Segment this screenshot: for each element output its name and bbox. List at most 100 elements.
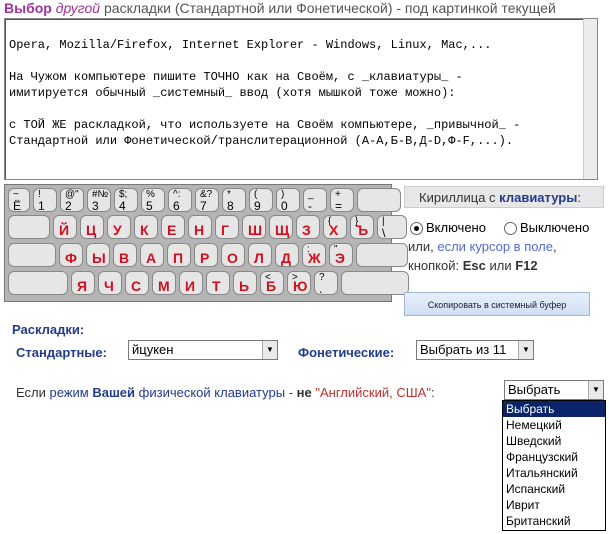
keyboard-key[interactable]: Ф — [59, 243, 83, 267]
keyboard-key[interactable]: Ы — [86, 243, 110, 267]
dropdown-option[interactable]: Испанский — [503, 481, 605, 497]
key-label: Ш — [248, 222, 263, 238]
dropdown-option[interactable]: Шведский — [503, 433, 605, 449]
keyboard-key[interactable]: Щ — [269, 215, 293, 239]
cyrillic-panel: Кириллица с клавиатуры: Включено Выключе… — [404, 186, 608, 282]
keyboard-key[interactable]: В — [113, 243, 137, 267]
keyboard-key[interactable]: Ш — [242, 215, 266, 239]
keyboard-key[interactable] — [341, 271, 409, 295]
keyboard-key[interactable]: М — [152, 271, 176, 295]
keyboard-key[interactable]: Я — [71, 271, 95, 295]
textarea-line — [9, 101, 579, 117]
keyboard-key[interactable]: ~ Ё — [8, 188, 30, 213]
keyboard-key[interactable]: Ь — [233, 271, 257, 295]
keyboard-key[interactable]: * 8 — [222, 188, 246, 213]
phonetic-label: Фонетические: — [298, 345, 395, 360]
keyboard-key[interactable]: З — [296, 215, 320, 239]
keyboard-key[interactable]: < Б — [260, 271, 284, 295]
keyboard-key[interactable]: А — [140, 243, 164, 267]
key-label: Й — [59, 222, 70, 238]
keyboard-key[interactable]: Д — [275, 243, 299, 267]
keyboard-key[interactable] — [357, 188, 401, 212]
keyboard-key[interactable]: | \ — [377, 215, 407, 240]
page-header: Выбор другой раскладки (Стандартной или … — [4, 0, 556, 16]
keyboard-key[interactable]: И — [179, 271, 203, 295]
key-label: А — [146, 250, 157, 266]
keyboard-key[interactable]: ?. — [314, 271, 338, 296]
keyboard-key[interactable]: ! 1 — [33, 188, 57, 213]
keyboard-key[interactable]: @" 2 — [60, 188, 84, 213]
textarea-scrollbar[interactable] — [583, 19, 597, 179]
radio-off-icon[interactable] — [504, 222, 517, 236]
header-word-1: Выбор — [4, 0, 52, 16]
keyboard-key[interactable]: ) 0 — [276, 188, 300, 213]
keyboard-key[interactable]: Р — [194, 243, 218, 267]
keyboard-key[interactable] — [8, 271, 68, 295]
keyboard-key[interactable]: Й — [53, 215, 77, 239]
standard-layout-value: йцукен — [132, 342, 174, 357]
keyboard-key[interactable]: Г — [215, 215, 239, 239]
keyboard-key[interactable]: % 5 — [141, 188, 165, 213]
keyboard-key[interactable]: + = — [330, 188, 354, 213]
text-input-area[interactable]: Opera, Mozilla/Firefox, Internet Explore… — [4, 18, 598, 180]
keyboard-key[interactable]: Н — [188, 215, 212, 239]
dropdown-option[interactable]: Французский — [503, 449, 605, 465]
keyboard-key[interactable]: Т — [206, 271, 230, 295]
keyboard-key[interactable]: П — [167, 243, 191, 267]
panel-title-colon: : — [577, 190, 581, 205]
option-off[interactable]: Выключено — [504, 220, 589, 236]
keyboard-key[interactable]: У — [107, 215, 131, 239]
keyboard-key[interactable] — [8, 215, 50, 239]
panel-title-bold: клавиатуры — [499, 190, 578, 205]
keyboard-key[interactable] — [8, 243, 56, 267]
keyboard-key[interactable]: (9 — [249, 188, 273, 213]
key-label: 0 — [281, 199, 288, 213]
key-label: Р — [200, 250, 210, 266]
keyboard-key[interactable]: _ - — [303, 188, 327, 213]
keyboard-key[interactable]: } Ъ — [350, 215, 374, 239]
phonetic-layout-select[interactable]: Выбрать из 11 ▼ — [416, 340, 534, 360]
keyboard-key[interactable]: > Ю — [287, 271, 311, 295]
key-label: П — [173, 250, 184, 266]
key-label: Ф — [65, 250, 77, 266]
radio-on-icon[interactable] — [410, 222, 423, 236]
key-label: 8 — [227, 199, 234, 213]
dropdown-option[interactable]: Иврит — [503, 497, 605, 513]
dropdown-option[interactable]: Итальянский — [503, 465, 605, 481]
keyboard-key[interactable]: Е — [161, 215, 185, 239]
textarea-line: На Чужом компьютере пишите ТОЧНО как на … — [9, 70, 463, 84]
keyboard-key[interactable]: &? 7 — [195, 188, 219, 213]
dropdown-option[interactable]: Немецкий — [503, 417, 605, 433]
cursor-field-link[interactable]: если курсор в поле — [437, 239, 553, 254]
prompt-dash: - — [288, 385, 294, 400]
physical-layout-select[interactable]: Выбрать ▼ — [504, 380, 604, 400]
keyboard-key[interactable] — [356, 243, 408, 267]
your-link[interactable]: Вашей — [92, 385, 135, 400]
key-label: 4 — [119, 199, 126, 213]
keyboard-key[interactable]: Ц — [80, 215, 104, 239]
layouts-heading: Раскладки: — [12, 322, 85, 337]
textarea-line: с ТОЙ ЖЕ раскладкой, что используете на … — [9, 118, 521, 132]
keyboard-key[interactable]: " Э — [329, 243, 353, 267]
option-on[interactable]: Включено — [410, 220, 486, 236]
keyboard-key[interactable]: #№ 3 — [87, 188, 111, 213]
keyboard-key[interactable]: ^: 6 — [168, 188, 192, 213]
prompt-colon: : — [430, 385, 435, 400]
virtual-keyboard: ~ Ё! 1 @" 2 #№ 3 $; 4% 5 ^: 6 &? 7 * 8(9) 0 _ - + = ЙЦУ К Е НГ Ш… — [4, 184, 409, 302]
key-label: \ — [382, 226, 386, 240]
keyboard-key[interactable]: :Ж — [302, 243, 326, 267]
keyboard-key[interactable]: С — [125, 271, 149, 295]
dropdown-option[interactable]: Британский — [503, 513, 605, 529]
keyboard-key[interactable]: О — [221, 243, 245, 267]
keyboard-key[interactable]: Ч — [98, 271, 122, 295]
standard-layout-select[interactable]: йцукен ▼ — [128, 340, 278, 360]
keyboard-key[interactable]: Л — [248, 243, 272, 267]
keyboard-key[interactable]: {Х — [323, 215, 347, 239]
mode-link[interactable]: режим — [50, 385, 89, 400]
panel-line2-comma: , — [553, 239, 557, 254]
physical-keyboard-link[interactable]: физической клавиатуры — [139, 385, 285, 400]
keyboard-key[interactable]: К — [134, 215, 158, 239]
keyboard-key[interactable]: $; 4 — [114, 188, 138, 213]
copy-to-clipboard-button[interactable]: Скопировать в системный буфер — [404, 292, 590, 316]
dropdown-option[interactable]: Выбрать — [503, 401, 605, 417]
